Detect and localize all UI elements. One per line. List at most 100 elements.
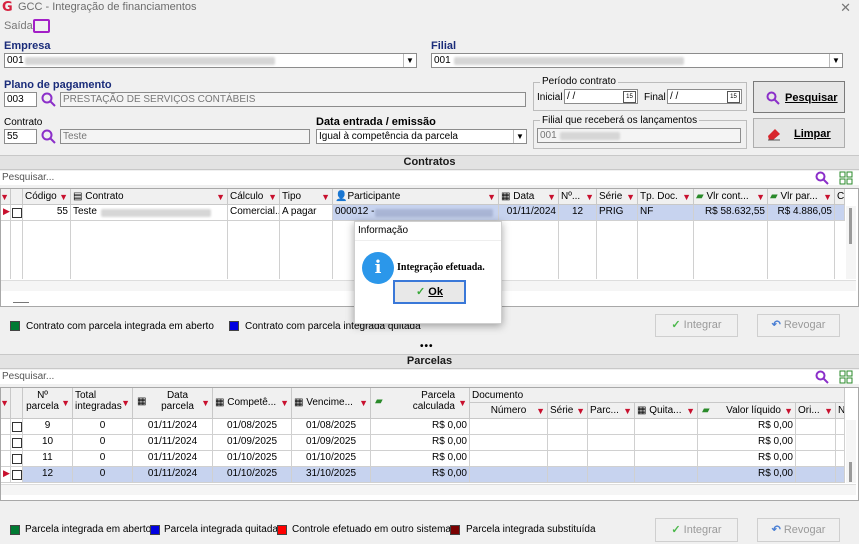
row-checkbox[interactable] — [11, 467, 23, 483]
filter-icon[interactable]: ▼ — [487, 192, 496, 202]
col-vlr-cont[interactable]: ▰ Vlr cont... ▼ — [694, 189, 768, 205]
filial-select[interactable]: 001 ▼ — [431, 53, 843, 68]
col-n[interactable]: N — [836, 403, 845, 419]
filter-icon[interactable]: ▼ — [321, 192, 330, 202]
empresa-select[interactable]: 001 ▼ — [4, 53, 417, 68]
col-doc-parc[interactable]: Parc... ▼ — [588, 403, 635, 419]
vertical-scrollbar[interactable] — [846, 206, 856, 279]
revogar-button-top[interactable]: ↶ Revogar — [757, 314, 840, 337]
col-competencia[interactable]: ▦ Competê... ▼ — [213, 388, 292, 419]
col-parcela-calculada[interactable]: ▰ Parcela calculada ▼ — [371, 388, 470, 419]
filter-icon[interactable]: ▼ — [576, 406, 585, 416]
col-data[interactable]: ▦ Data ▼ — [499, 189, 559, 205]
filter-icon[interactable]: ▼ — [1, 192, 9, 202]
plano-code-input[interactable]: 003 — [4, 92, 37, 107]
row-checkbox[interactable] — [11, 205, 23, 221]
horizontal-scrollbar[interactable] — [1, 484, 856, 495]
filter-icon[interactable]: ▼ — [59, 192, 68, 202]
col-codigo[interactable]: Código ▼ — [23, 189, 71, 205]
vertical-scrollbar[interactable] — [846, 420, 856, 483]
filter-icon[interactable]: ▼ — [823, 192, 832, 202]
col-data-parcela[interactable]: ▦ Data parcela ▼ — [133, 388, 213, 419]
checkbox[interactable] — [12, 454, 22, 464]
filter-icon[interactable]: ▼ — [268, 192, 277, 202]
filter-icon[interactable]: ▼ — [626, 192, 635, 202]
inicial-date-input[interactable]: / / 15 — [564, 89, 638, 104]
checkbox[interactable] — [12, 422, 22, 432]
chevron-down-icon[interactable]: ▼ — [513, 130, 526, 143]
col-vencimento[interactable]: ▦ Vencime... ▼ — [292, 388, 371, 419]
filter-icon[interactable]: ▼ — [1, 398, 9, 408]
filter-icon[interactable]: ▼ — [280, 398, 289, 408]
limpar-button[interactable]: Limpar — [753, 118, 845, 148]
col-doc-serie[interactable]: Série ▼ — [548, 403, 588, 419]
chevron-down-icon[interactable]: ▼ — [829, 54, 842, 67]
calendar-icon[interactable]: 15 — [623, 91, 636, 103]
filter-icon[interactable]: ▼ — [121, 398, 130, 409]
search-icon[interactable] — [41, 129, 57, 144]
col-calculo[interactable]: Cálculo ▼ — [228, 189, 280, 205]
revogar-button-bottom[interactable]: ↶ Revogar — [757, 518, 840, 542]
filter-icon[interactable]: ▼ — [682, 192, 691, 202]
col-doc-quita[interactable]: ▦ Quita... ▼ — [635, 403, 698, 419]
filter-icon[interactable]: ▼ — [458, 398, 467, 409]
contratos-search-input[interactable]: Pesquisar... — [0, 171, 859, 185]
filter-icon[interactable]: ▼ — [547, 192, 556, 202]
filter-icon[interactable]: ▼ — [201, 398, 210, 409]
filter-icon[interactable]: ▼ — [216, 192, 225, 202]
col-vlr-par[interactable]: ▰ Vlr par... ▼ — [768, 189, 835, 205]
contrato-code-input[interactable]: 55 — [4, 129, 37, 144]
scrollbar-thumb[interactable] — [849, 462, 852, 482]
filter-icon[interactable]: ▼ — [536, 406, 545, 416]
expand-icon[interactable] — [839, 171, 853, 185]
data-entrada-select[interactable]: Igual à competência da parcela ▼ — [316, 129, 527, 144]
filter-icon[interactable]: ▼ — [61, 398, 70, 409]
checkbox[interactable] — [12, 208, 22, 218]
cell-liq: R$ 0,00 — [698, 419, 796, 435]
checkbox[interactable] — [12, 438, 22, 448]
filter-icon[interactable]: ▼ — [756, 192, 765, 202]
col-numero[interactable]: Nº... ▼ — [559, 189, 597, 205]
filter-icon[interactable]: ▼ — [585, 192, 594, 202]
row-checkbox[interactable] — [11, 419, 23, 435]
col-c[interactable]: C — [835, 189, 845, 205]
close-icon[interactable]: ✕ — [840, 0, 851, 16]
col-tipo[interactable]: Tipo ▼ — [280, 189, 333, 205]
col-total-integradas[interactable]: Total integradas ▼ — [73, 388, 133, 419]
checkbox[interactable] — [12, 470, 22, 480]
filter-icon[interactable]: ▼ — [686, 406, 695, 416]
app-logo-icon: G — [2, 0, 13, 15]
filter-icon[interactable]: ▼ — [784, 406, 793, 416]
col-participante[interactable]: 👤Participante ▼ — [333, 189, 499, 205]
filter-icon[interactable]: ▼ — [623, 406, 632, 416]
parcelas-search-input[interactable]: Pesquisar... — [0, 370, 859, 384]
ok-button[interactable]: ✓ Ok — [393, 280, 466, 304]
legend-darkred-square — [450, 525, 460, 535]
col-tpdoc[interactable]: Tp. Doc. ▼ — [638, 189, 694, 205]
row-checkbox[interactable] — [11, 435, 23, 451]
scrollbar-thumb[interactable] — [849, 208, 852, 244]
calendar-icon[interactable]: 15 — [727, 91, 740, 103]
search-icon[interactable] — [815, 370, 830, 384]
col-valor-liquido[interactable]: ▰ Valor líquido ▼ — [698, 403, 796, 419]
pesquisar-button[interactable]: Pesquisar — [753, 81, 845, 113]
row-checkbox[interactable] — [11, 451, 23, 467]
filter-icon[interactable]: ▼ — [359, 398, 368, 408]
expand-icon[interactable] — [839, 370, 853, 384]
monitor-icon[interactable] — [33, 19, 50, 33]
search-icon[interactable] — [41, 92, 57, 107]
filter-icon[interactable]: ▼ — [824, 406, 833, 416]
col-numero-parcela[interactable]: Nº parcela ▼ — [23, 388, 73, 419]
chevron-down-icon[interactable]: ▼ — [403, 54, 416, 67]
col-contrato[interactable]: ▤ Contrato ▼ — [71, 189, 228, 205]
splitter-handle[interactable]: ••• — [420, 341, 434, 352]
col-ori[interactable]: Ori... ▼ — [796, 403, 836, 419]
integrar-button-bottom[interactable]: ✓ Integrar — [655, 518, 738, 542]
search-icon[interactable] — [815, 171, 830, 185]
cell-empty — [588, 451, 635, 467]
integrar-button-top[interactable]: ✓ Integrar — [655, 314, 738, 337]
col-doc-numero[interactable]: Número ▼ — [470, 403, 548, 419]
col-serie[interactable]: Série ▼ — [597, 189, 638, 205]
final-date-input[interactable]: / / 15 — [667, 89, 742, 104]
menu-saida[interactable]: Saída — [4, 20, 33, 32]
